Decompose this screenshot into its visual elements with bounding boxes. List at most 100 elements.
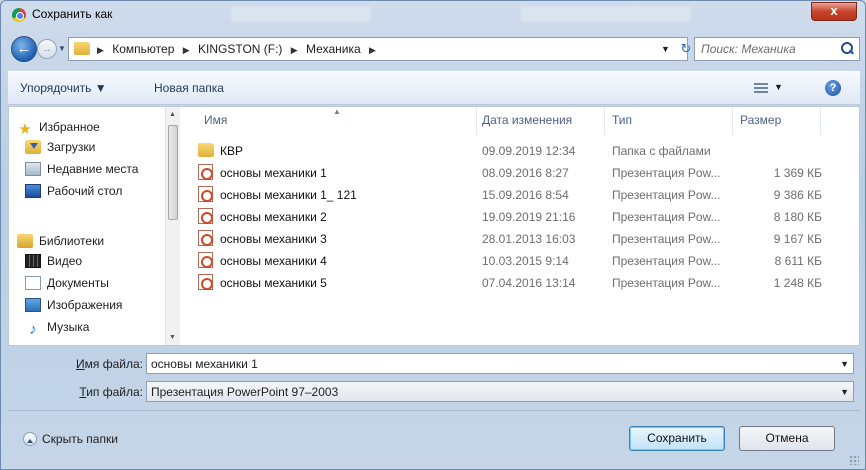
nav-item-documents[interactable]: Документы (25, 273, 109, 293)
nav-item-videos[interactable]: Видео (25, 251, 82, 271)
file-date: 10.03.2015 9:14 (482, 254, 569, 268)
new-folder-button[interactable]: Новая папка (154, 81, 224, 95)
powerpoint-file-icon (198, 252, 213, 268)
file-row[interactable]: основы механики 2 19.09.2019 21:16 Презе… (196, 207, 836, 227)
column-separator[interactable] (820, 107, 821, 135)
history-dropdown-icon[interactable]: ▼ (58, 44, 66, 53)
filename-field[interactable]: основы механики 1 ▼ (146, 353, 854, 374)
star-icon: ★ (18, 121, 32, 138)
file-date: 08.09.2016 8:27 (482, 166, 569, 180)
navigation-scrollbar[interactable]: ▲ ▼ (165, 107, 180, 345)
refresh-icon[interactable]: ↻ (677, 38, 695, 60)
address-dropdown-icon[interactable]: ▼ (661, 44, 670, 54)
file-name: основы механики 1_ 121 (220, 188, 357, 202)
help-icon[interactable]: ? (825, 80, 841, 96)
file-row[interactable]: основы механики 5 07.04.2016 13:14 Презе… (196, 273, 836, 293)
file-date: 09.09.2019 12:34 (482, 144, 576, 158)
collapse-arrow-icon (23, 432, 37, 446)
folder-icon (74, 42, 90, 55)
address-bar[interactable]: ▶ Компьютер ▶ KINGSTON (F:) ▶ Механика ▶… (68, 37, 691, 61)
powerpoint-file-icon (198, 164, 213, 180)
nav-item-desktop[interactable]: Рабочий стол (25, 181, 122, 201)
view-options-icon[interactable] (754, 83, 768, 94)
search-input[interactable] (701, 41, 831, 57)
nav-item-recent-places[interactable]: Недавние места (25, 159, 138, 179)
view-dropdown-icon[interactable]: ▼ (774, 82, 783, 92)
navigation-pane: ★ Избранное Загрузки Недавние места Рабоч… (9, 107, 180, 345)
downloads-folder-icon (25, 140, 41, 154)
breadcrumb-folder[interactable]: Механика (306, 42, 361, 56)
file-row[interactable]: основы механики 4 10.03.2015 9:14 Презен… (196, 251, 836, 271)
file-size: 9 386 КБ (773, 188, 822, 202)
nav-libraries[interactable]: Библиотеки (17, 231, 104, 251)
scroll-down-arrow-icon[interactable]: ▼ (169, 334, 176, 341)
documents-library-icon (25, 276, 41, 290)
file-name: основы механики 4 (220, 254, 327, 268)
close-button[interactable]: x (811, 2, 857, 21)
breadcrumb-separator-icon[interactable]: ▶ (97, 45, 104, 55)
cancel-button[interactable]: Отмена (739, 426, 835, 451)
file-size: 1 248 КБ (773, 276, 822, 290)
breadcrumb-separator-icon[interactable]: ▶ (369, 45, 376, 55)
file-size: 8 611 КБ (774, 254, 822, 268)
search-icon[interactable] (841, 42, 854, 55)
column-header-type[interactable]: Тип (612, 113, 632, 127)
column-separator[interactable] (604, 107, 605, 135)
breadcrumb-separator-icon[interactable]: ▶ (183, 45, 190, 55)
filetype-value: Презентация PowerPoint 97–2003 (151, 385, 339, 399)
filetype-select[interactable]: Презентация PowerPoint 97–2003 ▼ (146, 381, 854, 402)
resize-grip[interactable] (849, 455, 859, 465)
recent-places-icon (25, 162, 41, 176)
scrollbar-thumb[interactable] (168, 125, 178, 220)
nav-item-pictures[interactable]: Изображения (25, 295, 122, 315)
powerpoint-file-icon (198, 186, 213, 202)
file-date: 07.04.2016 13:14 (482, 276, 576, 290)
chevron-down-icon[interactable]: ▼ (840, 359, 849, 369)
column-separator[interactable] (732, 107, 733, 135)
forward-button[interactable]: → (37, 39, 57, 59)
search-box (694, 37, 860, 61)
footer-divider (8, 410, 860, 411)
column-header-name[interactable]: Имя (204, 113, 227, 127)
file-size: 9 167 КБ (773, 232, 822, 246)
nav-item-music[interactable]: ♪ Музыка (25, 317, 89, 337)
scroll-up-arrow-icon[interactable]: ▲ (169, 111, 176, 118)
file-date: 15.09.2016 8:54 (482, 188, 569, 202)
powerpoint-file-icon (198, 208, 213, 224)
window-title: Сохранить как (32, 7, 113, 21)
save-button[interactable]: Сохранить (629, 426, 725, 451)
filename-value: основы механики 1 (151, 357, 258, 371)
file-row[interactable]: КВР 09.09.2019 12:34 Папка с файлами (196, 141, 836, 161)
file-type: Презентация Pow... (612, 254, 721, 268)
desktop-icon (25, 184, 41, 198)
breadcrumb-drive[interactable]: KINGSTON (F:) (198, 42, 282, 56)
file-row[interactable]: основы механики 1 08.09.2016 8:27 Презен… (196, 163, 836, 183)
file-type: Презентация Pow... (612, 232, 721, 246)
background-tab-blur (231, 6, 371, 22)
file-size: 1 369 КБ (773, 166, 822, 180)
chevron-down-icon[interactable]: ▼ (840, 387, 849, 397)
browser-panes: ★ Избранное Загрузки Недавние места Рабоч… (8, 106, 860, 346)
file-type: Презентация Pow... (612, 188, 721, 202)
video-library-icon (25, 254, 41, 268)
column-header-size[interactable]: Размер (740, 113, 781, 127)
file-date: 19.09.2019 21:16 (482, 210, 576, 224)
organize-button[interactable]: Упорядочить ▼ (20, 81, 107, 95)
breadcrumb-separator-icon[interactable]: ▶ (291, 45, 298, 55)
file-type: Презентация Pow... (612, 276, 721, 290)
column-header-date[interactable]: Дата изменения (482, 113, 572, 127)
breadcrumb: ▶ Компьютер ▶ KINGSTON (F:) ▶ Механика ▶ (97, 42, 381, 56)
nav-item-downloads[interactable]: Загрузки (25, 137, 95, 157)
file-type: Презентация Pow... (612, 210, 721, 224)
nav-favorites[interactable]: ★ Избранное (17, 117, 100, 137)
file-row[interactable]: основы механики 1_ 121 15.09.2016 8:54 П… (196, 185, 836, 205)
column-separator[interactable] (476, 107, 477, 135)
back-button[interactable]: ← (11, 36, 37, 62)
file-name: основы механики 3 (220, 232, 327, 246)
file-name: КВР (220, 144, 243, 158)
breadcrumb-computer[interactable]: Компьютер (112, 42, 174, 56)
file-row[interactable]: основы механики 3 28.01.2013 16:03 Презе… (196, 229, 836, 249)
pictures-library-icon (25, 298, 41, 312)
hide-folders-button[interactable]: Скрыть папки (23, 432, 118, 446)
title-bar: Сохранить как x (1, 1, 865, 29)
